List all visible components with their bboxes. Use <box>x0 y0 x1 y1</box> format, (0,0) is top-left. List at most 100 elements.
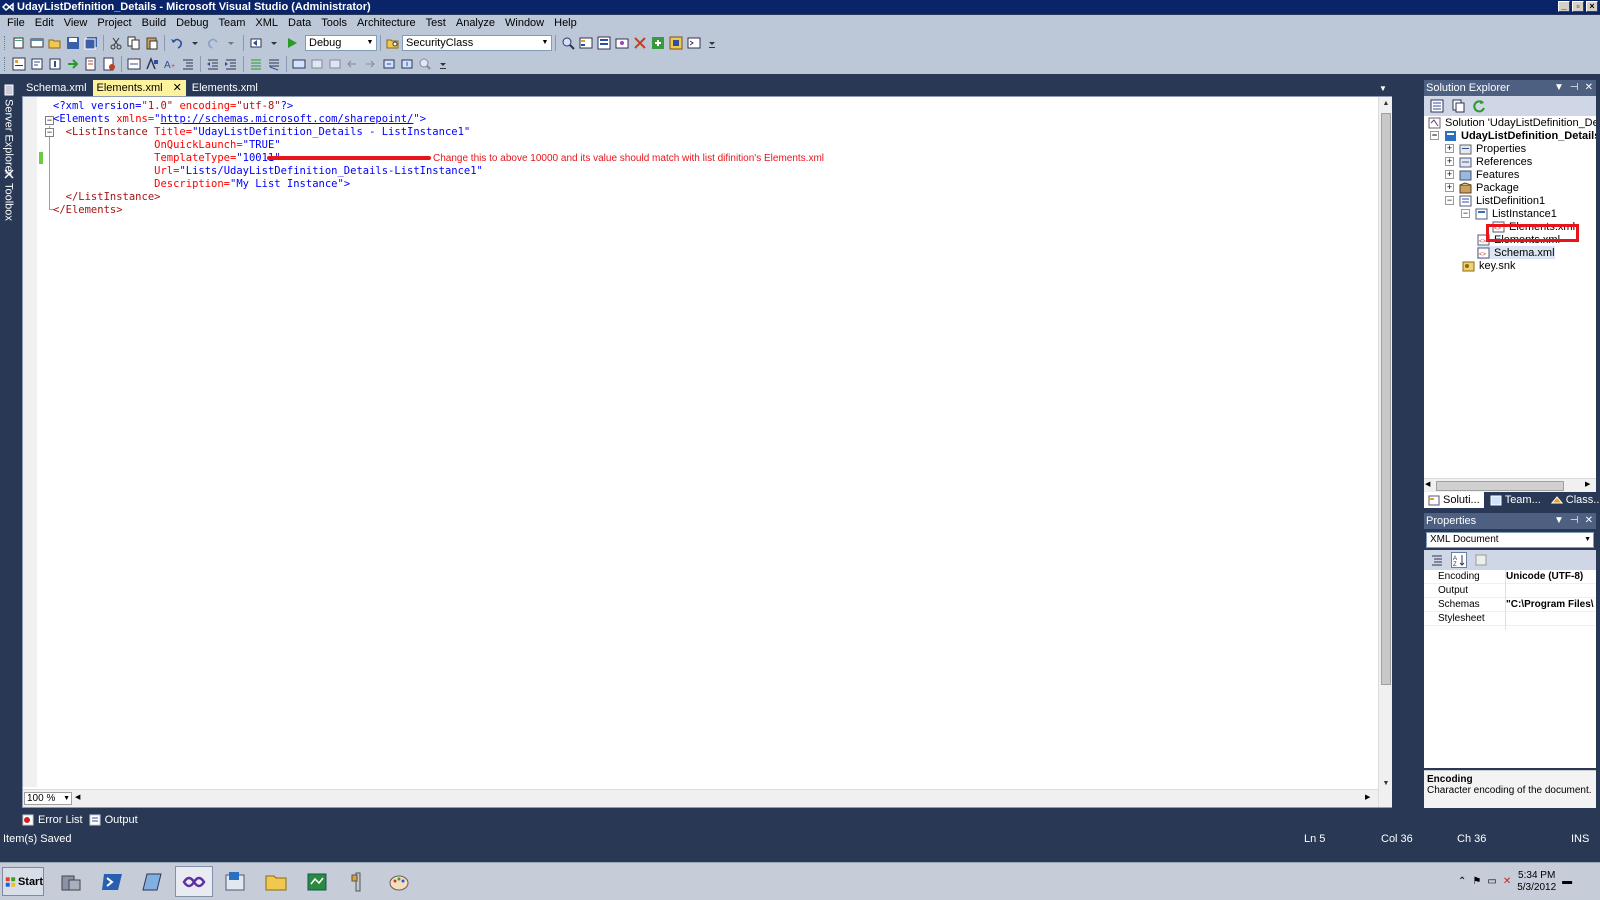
redo-dropdown-icon[interactable] <box>223 35 239 51</box>
next-bookmark-icon[interactable] <box>327 56 343 72</box>
show-hidden-icons-icon[interactable]: ⌃ <box>1458 876 1466 887</box>
scroll-down-icon[interactable]: ▼ <box>1379 777 1393 791</box>
expand-icon[interactable]: + <box>1445 144 1454 153</box>
auto-hide-pin-icon[interactable]: ⊣ <box>1570 513 1579 529</box>
decrease-indent-icon[interactable] <box>205 56 221 72</box>
menu-project[interactable]: Project <box>92 15 136 32</box>
schema-url-link[interactable]: http://schemas.microsoft.com/sharepoint/ <box>161 113 414 125</box>
restore-button[interactable]: ▫ <box>1572 1 1584 12</box>
property-row-output[interactable]: Output <box>1424 584 1596 598</box>
tab-team-explorer[interactable]: Team... <box>1486 492 1545 508</box>
windows-explorer-taskbar-icon[interactable] <box>257 866 295 897</box>
server-manager-taskbar-icon[interactable] <box>52 866 90 897</box>
object-browser-icon[interactable] <box>614 35 630 51</box>
uncomment-selection-icon[interactable] <box>266 56 282 72</box>
format-document-icon[interactable] <box>180 56 196 72</box>
paste-icon[interactable] <box>144 35 160 51</box>
show-desktop-icon[interactable]: ▬ <box>1562 876 1572 887</box>
start-debugging-icon[interactable] <box>284 35 300 51</box>
tree-node-properties[interactable]: + Properties <box>1445 142 1526 155</box>
window-position-icon[interactable]: ▼ <box>1554 513 1564 529</box>
expand-icon[interactable]: + <box>1445 183 1454 192</box>
property-pages-icon[interactable] <box>1473 552 1489 568</box>
menu-architecture[interactable]: Architecture <box>352 15 421 32</box>
tools-taskbar-icon[interactable] <box>339 866 377 897</box>
error-list-tab[interactable]: Error List <box>22 814 83 826</box>
properties-object-dropdown[interactable]: XML Document ▼ <box>1426 532 1594 548</box>
next-bookmark-in-folder-icon[interactable] <box>363 56 379 72</box>
display-object-member-list-icon[interactable] <box>11 56 27 72</box>
scroll-left-icon[interactable]: ◀ <box>75 793 80 801</box>
sql-server-taskbar-icon[interactable] <box>298 866 336 897</box>
quick-info-icon[interactable] <box>47 56 63 72</box>
network-icon[interactable]: ▭ <box>1487 876 1496 887</box>
properties-column-divider[interactable] <box>1505 570 1506 630</box>
show-all-files-icon[interactable] <box>1450 98 1466 114</box>
volume-muted-icon[interactable]: ✕ <box>1503 876 1511 887</box>
paint-taskbar-icon[interactable] <box>380 866 418 897</box>
toolbar-options-icon[interactable] <box>704 35 720 51</box>
startup-item-dropdown[interactable]: SecurityClass ▼ <box>402 35 552 51</box>
clock[interactable]: 5:34 PM 5/3/2012 <box>1517 870 1556 894</box>
tree-node-references[interactable]: + References <box>1445 155 1532 168</box>
toggle-bookmark-icon[interactable] <box>291 56 307 72</box>
zoom-dropdown[interactable]: 100 % ▼ <box>24 792 72 805</box>
toolbar-options-icon[interactable] <box>435 56 451 72</box>
complete-word-icon[interactable] <box>65 56 81 72</box>
xml-schema-icon[interactable] <box>83 56 99 72</box>
menu-help[interactable]: Help <box>549 15 582 32</box>
output-tab[interactable]: Output <box>89 814 138 826</box>
refresh-icon[interactable] <box>1471 98 1487 114</box>
scroll-up-icon[interactable]: ▲ <box>1379 97 1393 111</box>
save-all-icon[interactable] <box>83 35 99 51</box>
scroll-right-icon[interactable]: ▶ <box>1585 480 1590 488</box>
close-pane-icon[interactable]: ✕ <box>1585 513 1593 529</box>
property-value[interactable]: Unicode (UTF-8) <box>1506 570 1594 584</box>
xml-editor[interactable]: − − <?xml version="1.0" encoding="utf-8"… <box>22 96 1392 808</box>
previous-bookmark-in-folder-icon[interactable] <box>345 56 361 72</box>
navigate-backward-icon[interactable] <box>248 35 264 51</box>
editor-vertical-scrollbar[interactable]: ▲ ▼ <box>1378 97 1392 807</box>
save-icon[interactable] <box>65 35 81 51</box>
properties-window-icon[interactable] <box>596 35 612 51</box>
properties-icon[interactable] <box>1429 98 1445 114</box>
tab-elements-xml-active[interactable]: Elements.xml ✕ <box>92 80 186 96</box>
comment-selection-icon[interactable] <box>248 56 264 72</box>
toolbar-grip[interactable] <box>4 36 7 50</box>
tree-node-solution[interactable]: Solution 'UdayListDefinition_Details' <box>1428 116 1596 129</box>
open-folder-icon[interactable] <box>47 35 63 51</box>
extension-manager-icon[interactable] <box>650 35 666 51</box>
management-shell-taskbar-icon[interactable] <box>134 866 172 897</box>
tree-node-key-snk[interactable]: key.snk <box>1462 259 1515 272</box>
menu-data[interactable]: Data <box>283 15 316 32</box>
find-in-files-icon[interactable] <box>385 35 401 51</box>
tree-node-package[interactable]: + Package <box>1445 181 1519 194</box>
close-tab-icon[interactable]: ✕ <box>173 80 182 96</box>
menu-test[interactable]: Test <box>421 15 451 32</box>
tab-elements-xml[interactable]: Elements.xml <box>188 80 262 96</box>
visual-studio-taskbar-icon[interactable] <box>175 866 213 897</box>
menu-edit[interactable]: Edit <box>30 15 59 32</box>
toolbox-icon[interactable] <box>632 35 648 51</box>
menu-debug[interactable]: Debug <box>171 15 213 32</box>
property-row-stylesheet[interactable]: Stylesheet <box>1424 612 1596 626</box>
tab-schema-xml[interactable]: Schema.xml <box>22 80 91 96</box>
new-project-icon[interactable] <box>11 35 27 51</box>
menu-tools[interactable]: Tools <box>316 15 352 32</box>
tree-node-listdefinition1[interactable]: − ListDefinition1 <box>1445 194 1545 207</box>
menu-window[interactable]: Window <box>500 15 549 32</box>
display-word-completion-icon[interactable] <box>144 56 160 72</box>
previous-bookmark-in-document-icon[interactable] <box>381 56 397 72</box>
tree-node-project[interactable]: − UdayListDefinition_Details <box>1430 129 1596 142</box>
tree-node-listinstance1[interactable]: − ListInstance1 <box>1461 207 1557 220</box>
solution-explorer-horizontal-scrollbar[interactable]: ◀ ▶ <box>1424 478 1596 492</box>
start-page-icon[interactable] <box>668 35 684 51</box>
menu-build[interactable]: Build <box>137 15 171 32</box>
collapse-icon[interactable]: − <box>1461 209 1470 218</box>
tab-class-view[interactable]: Class... <box>1547 492 1600 508</box>
find-icon[interactable] <box>560 35 576 51</box>
property-value[interactable]: "C:\Program Files\ <box>1506 598 1594 612</box>
close-button[interactable]: × <box>1586 1 1598 12</box>
menu-team[interactable]: Team <box>214 15 251 32</box>
show-xslt-output-icon[interactable] <box>126 56 142 72</box>
